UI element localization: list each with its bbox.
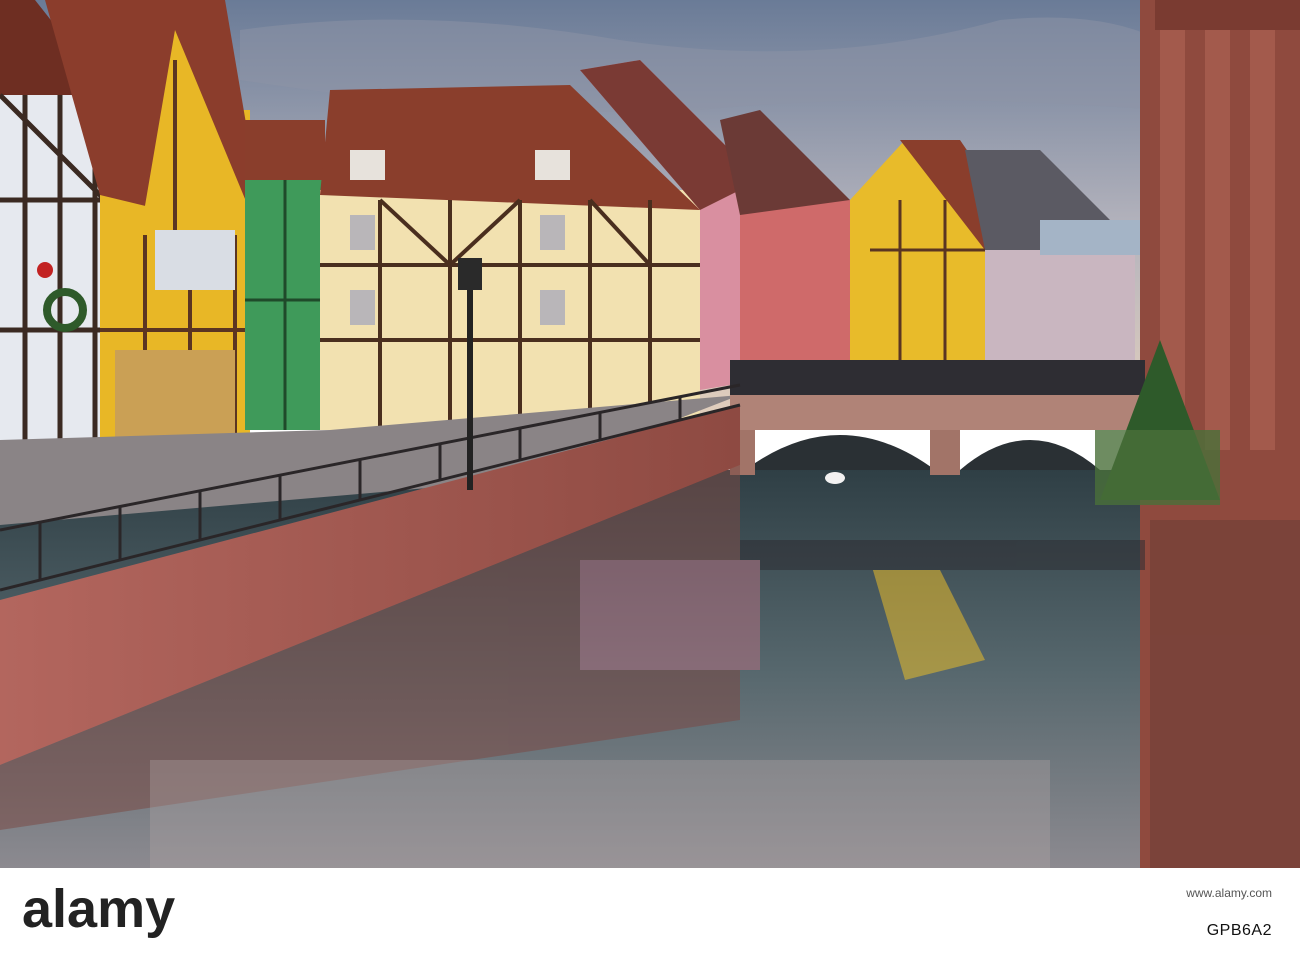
watermark-site: www.alamy.com xyxy=(1186,886,1272,900)
water-sky-reflection xyxy=(150,760,1050,868)
watermark-image-id: GPB6A2 xyxy=(1206,922,1272,939)
alamy-logo: alamy xyxy=(22,883,175,939)
photo-scene xyxy=(0,0,1300,868)
watermark-bar: alamy www.alamy.com GPB6A2 xyxy=(0,868,1300,957)
green-house xyxy=(245,120,325,430)
bridge xyxy=(730,360,1145,475)
svg-text:alamy: alamy xyxy=(22,883,175,939)
swan xyxy=(825,472,845,484)
